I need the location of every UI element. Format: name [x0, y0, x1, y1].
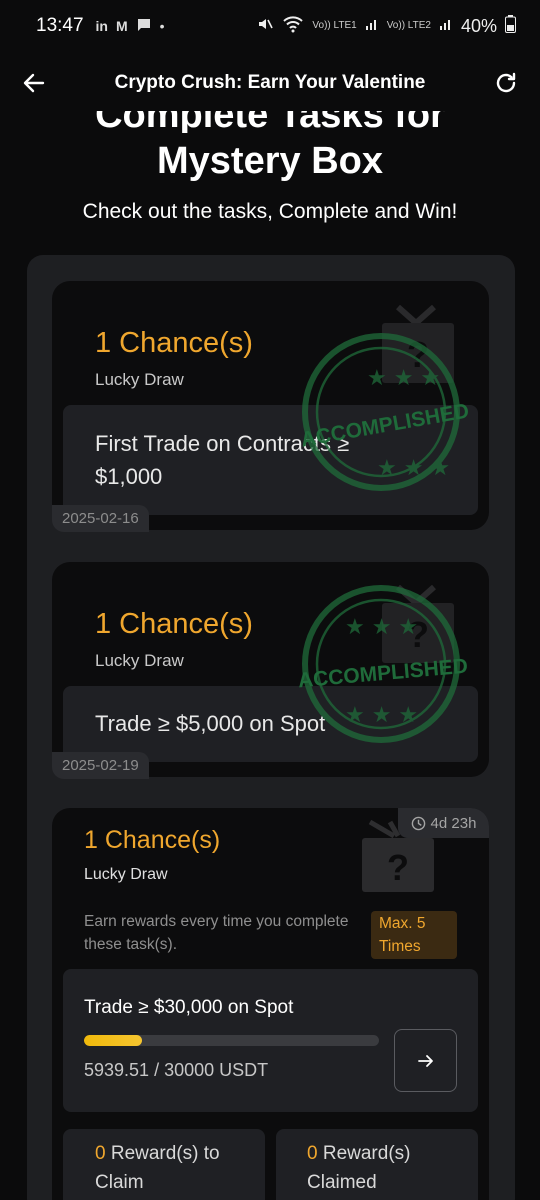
lte1-indicator: Vo)) LTE1 [312, 21, 356, 31]
rewards-claimed-count: 0 [307, 1143, 318, 1164]
progress-text: 5939.51 / 30000 USDT [84, 1060, 269, 1080]
wifi-icon [282, 15, 304, 38]
signal2-icon [439, 17, 453, 36]
lucky-draw-label: Lucky Draw [95, 651, 184, 670]
message-icon [136, 17, 152, 36]
accomplished-stamp-icon: ★ ★ ★ ★ ★ ★ ACCOMPLISHED [299, 333, 471, 491]
rewards-to-claim-count: 0 [95, 1143, 106, 1164]
rewards-claimed-text: Reward(s) Claimed [307, 1143, 411, 1193]
stamp-text: ACCOMPLISHED [299, 399, 471, 451]
stamp-text: ACCOMPLISHED [297, 655, 469, 693]
lte2-label: Vo)) LTE2 [386, 20, 431, 31]
refresh-icon [496, 72, 516, 93]
rewards-claimed-label: 0 Reward(s) Claimed [307, 1139, 437, 1197]
chances-label: 1 Chance(s) [95, 327, 253, 359]
battery-icon [505, 14, 516, 38]
lucky-draw-label: Lucky Draw [95, 370, 184, 389]
max-times-badge: Max. 5 Times [371, 911, 457, 959]
top-app-bar: Crypto Crush: Earn Your Valentine [0, 55, 540, 111]
svg-text:?: ? [387, 847, 409, 888]
hero-title-clipped: Complete Tasks for [0, 111, 540, 133]
completion-date: 2025-02-19 [52, 752, 149, 779]
timer-text: 4d 23h [430, 814, 477, 832]
status-bar: 13:47 in M • Vo)) LTE1 Vo)) LTE2 40% [0, 0, 540, 52]
arrow-right-icon [417, 1054, 433, 1067]
hero-subtitle: Check out the tasks, Complete and Win! [82, 200, 458, 223]
arrow-left-icon [23, 73, 45, 93]
page-title: Crypto Crush: Earn Your Valentine [114, 72, 426, 93]
status-time: 13:47 [36, 15, 84, 36]
system-icons: Vo)) LTE1 Vo)) LTE2 40% [256, 14, 516, 38]
progress-bar [84, 1035, 379, 1046]
chances-label: 1 Chance(s) [95, 608, 253, 640]
mute-icon [256, 15, 274, 38]
hero-title-line2: Mystery Box [157, 140, 383, 182]
rewards-to-claim-label: 0 Reward(s) to Claim [95, 1139, 245, 1197]
mystery-box-icon: ? [362, 819, 434, 892]
lte2-indicator: Vo)) LTE2 [387, 21, 431, 31]
lucky-draw-label: Lucky Draw [84, 866, 168, 883]
svg-text:★ ★ ★: ★ ★ ★ [377, 456, 450, 481]
hero-title-line1: Complete Tasks for [95, 111, 445, 133]
lte1-label: Vo)) LTE1 [312, 20, 357, 31]
go-to-task-button[interactable] [394, 1029, 457, 1092]
linkedin-icon: in [95, 18, 108, 34]
svg-text:★ ★ ★: ★ ★ ★ [345, 703, 418, 728]
refresh-button[interactable] [490, 67, 522, 99]
gmail-icon: M [116, 18, 128, 34]
rewards-to-claim-text: Reward(s) to Claim [95, 1143, 220, 1193]
battery-percent: 40% [460, 15, 497, 36]
completion-date: 2025-02-16 [52, 505, 149, 532]
back-button[interactable] [18, 67, 50, 99]
accomplished-stamp-icon: ★ ★ ★ ★ ★ ★ ACCOMPLISHED [297, 585, 469, 743]
svg-text:★ ★ ★: ★ ★ ★ [345, 615, 418, 640]
svg-text:★ ★ ★: ★ ★ ★ [367, 366, 440, 391]
trade-task-title: Trade ≥ $30,000 on Spot [84, 997, 294, 1018]
chances-label: 1 Chance(s) [84, 826, 221, 854]
signal1-icon [365, 17, 379, 36]
earn-description: Earn rewards every time you complete the… [84, 913, 349, 953]
progress-fill [84, 1035, 143, 1046]
dot-icon: • [159, 18, 165, 34]
notification-icons: in M • [96, 17, 165, 36]
